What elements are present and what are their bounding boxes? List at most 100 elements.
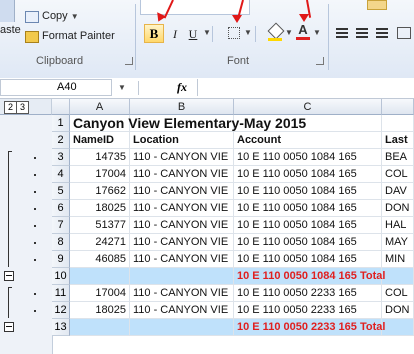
paste-button[interactable]: aste — [0, 24, 21, 36]
row-header[interactable]: 10 — [52, 268, 70, 285]
cell-b[interactable] — [130, 268, 234, 285]
row-header[interactable]: 8 — [52, 234, 70, 251]
cell-d[interactable]: DAV — [382, 183, 414, 200]
cell-d[interactable]: Last — [382, 132, 414, 149]
select-all-corner[interactable] — [52, 99, 70, 115]
cell-c[interactable]: 10 E 110 0050 1084 165 — [234, 251, 382, 268]
outline-collapse-button[interactable] — [4, 271, 14, 281]
cell-d[interactable]: COL — [382, 166, 414, 183]
row-header[interactable]: 12 — [52, 302, 70, 319]
cell-d[interactable]: DON — [382, 200, 414, 217]
cell-c[interactable]: 10 E 110 0050 1084 165 — [234, 234, 382, 251]
column-header-c[interactable]: C — [234, 99, 382, 115]
cell-c[interactable]: Account — [234, 132, 382, 149]
formula-input[interactable] — [197, 79, 414, 96]
cell-b[interactable]: 110 - CANYON VIE — [130, 149, 234, 166]
cell-b[interactable]: 110 - CANYON VIE — [130, 166, 234, 183]
align-right-icon[interactable] — [376, 28, 388, 38]
cell-a[interactable]: 18025 — [70, 200, 130, 217]
font-color-button[interactable]: A — [296, 23, 310, 41]
bold-button[interactable]: B — [144, 24, 164, 43]
column-header-d[interactable] — [382, 99, 414, 115]
fill-color-dropdown-icon[interactable]: ▼ — [285, 28, 293, 37]
row-header[interactable]: 3 — [52, 149, 70, 166]
outline-bracket — [8, 151, 12, 267]
cell-c[interactable]: 10 E 110 0050 2233 165 — [234, 285, 382, 302]
cell-b[interactable]: 110 - CANYON VIE — [130, 234, 234, 251]
cell-a[interactable] — [70, 319, 130, 336]
cell-c[interactable]: 10 E 110 0050 1084 165 — [234, 183, 382, 200]
row-header[interactable]: 1 — [52, 115, 70, 132]
outline-level-3-button[interactable]: 3 — [16, 101, 29, 114]
merge-icon[interactable] — [397, 27, 411, 39]
row-header[interactable]: 11 — [52, 285, 70, 302]
name-box[interactable]: A40 — [0, 79, 112, 96]
cell-c[interactable]: 10 E 110 0050 2233 165 Total — [234, 319, 385, 336]
row-header[interactable]: 7 — [52, 217, 70, 234]
cell-b[interactable]: Location — [130, 132, 234, 149]
cell-b[interactable]: 110 - CANYON VIE — [130, 302, 234, 319]
cell-a[interactable]: 24271 — [70, 234, 130, 251]
name-box-dropdown-icon[interactable]: ▼ — [118, 83, 126, 92]
cell-b[interactable]: 110 - CANYON VIE — [130, 200, 234, 217]
cell-d[interactable] — [382, 268, 414, 285]
cell-d[interactable] — [382, 319, 414, 336]
minus-icon — [6, 326, 12, 327]
underline-dropdown-icon[interactable]: ▼ — [203, 28, 211, 37]
row-header[interactable]: 5 — [52, 183, 70, 200]
align-left-icon[interactable] — [336, 28, 348, 38]
row-header[interactable]: 2 — [52, 132, 70, 149]
cell-a[interactable]: 17004 — [70, 166, 130, 183]
cell-c[interactable]: 10 E 110 0050 1084 165 — [234, 217, 382, 234]
underline-button[interactable]: U — [184, 25, 202, 43]
borders-dropdown-icon[interactable]: ▼ — [244, 28, 252, 37]
column-header-b[interactable]: B — [130, 99, 234, 115]
cell-d[interactable]: DON — [382, 302, 414, 319]
cell-d[interactable]: COL — [382, 285, 414, 302]
cell-b[interactable]: 110 - CANYON VIE — [130, 285, 234, 302]
format-painter-button[interactable]: Format Painter — [42, 30, 115, 42]
fill-color-icon[interactable] — [267, 22, 285, 41]
row-header[interactable]: 4 — [52, 166, 70, 183]
cell-c[interactable]: 10 E 110 0050 1084 165 — [234, 149, 382, 166]
font-launcher-icon[interactable] — [316, 57, 324, 65]
cell-d[interactable] — [382, 115, 414, 132]
paste-icon[interactable] — [0, 0, 15, 22]
copy-button[interactable]: Copy ▼ — [42, 10, 79, 22]
cell-a[interactable]: 17004 — [70, 285, 130, 302]
cell-a[interactable]: 14735 — [70, 149, 130, 166]
cell-c[interactable]: 10 E 110 0050 1084 165 — [234, 166, 382, 183]
cell-a[interactable]: 46085 — [70, 251, 130, 268]
cell-a[interactable]: Canyon View Elementary-May 2015 — [70, 115, 306, 132]
cell-a[interactable]: 51377 — [70, 217, 130, 234]
cell-d[interactable]: HAL — [382, 217, 414, 234]
cell-b[interactable]: 110 - CANYON VIE — [130, 217, 234, 234]
column-header-a[interactable]: A — [70, 99, 130, 115]
cell-a[interactable] — [70, 268, 130, 285]
ribbon: aste Copy ▼ Format Painter Clipboard B I… — [0, 0, 414, 79]
cell-d[interactable]: MAY — [382, 234, 414, 251]
italic-button[interactable]: I — [166, 25, 184, 43]
font-color-dropdown-icon[interactable]: ▼ — [313, 28, 321, 37]
cell-a[interactable]: NameID — [70, 132, 130, 149]
cell-b[interactable]: 110 - CANYON VIE — [130, 251, 234, 268]
fx-icon[interactable]: fx — [177, 80, 187, 95]
wrap-text-icon[interactable] — [367, 0, 387, 10]
align-center-icon[interactable] — [356, 28, 368, 38]
cell-d[interactable]: BEA — [382, 149, 414, 166]
row-header[interactable]: 13 — [52, 319, 70, 336]
cell-c[interactable]: 10 E 110 0050 2233 165 — [234, 302, 382, 319]
cell-c[interactable]: 10 E 110 0050 1084 165 — [234, 200, 382, 217]
row-header[interactable]: 9 — [52, 251, 70, 268]
font-group-label: Font — [227, 55, 250, 67]
cell-b[interactable] — [130, 319, 234, 336]
clipboard-launcher-icon[interactable] — [125, 57, 133, 65]
borders-icon[interactable] — [228, 27, 240, 39]
cell-a[interactable]: 17662 — [70, 183, 130, 200]
row-header[interactable]: 6 — [52, 200, 70, 217]
cell-d[interactable]: MIN — [382, 251, 414, 268]
cell-a[interactable]: 18025 — [70, 302, 130, 319]
cell-b[interactable]: 110 - CANYON VIE — [130, 183, 234, 200]
outline-collapse-button[interactable] — [4, 322, 14, 332]
cell-c[interactable]: 10 E 110 0050 1084 165 Total — [234, 268, 385, 285]
